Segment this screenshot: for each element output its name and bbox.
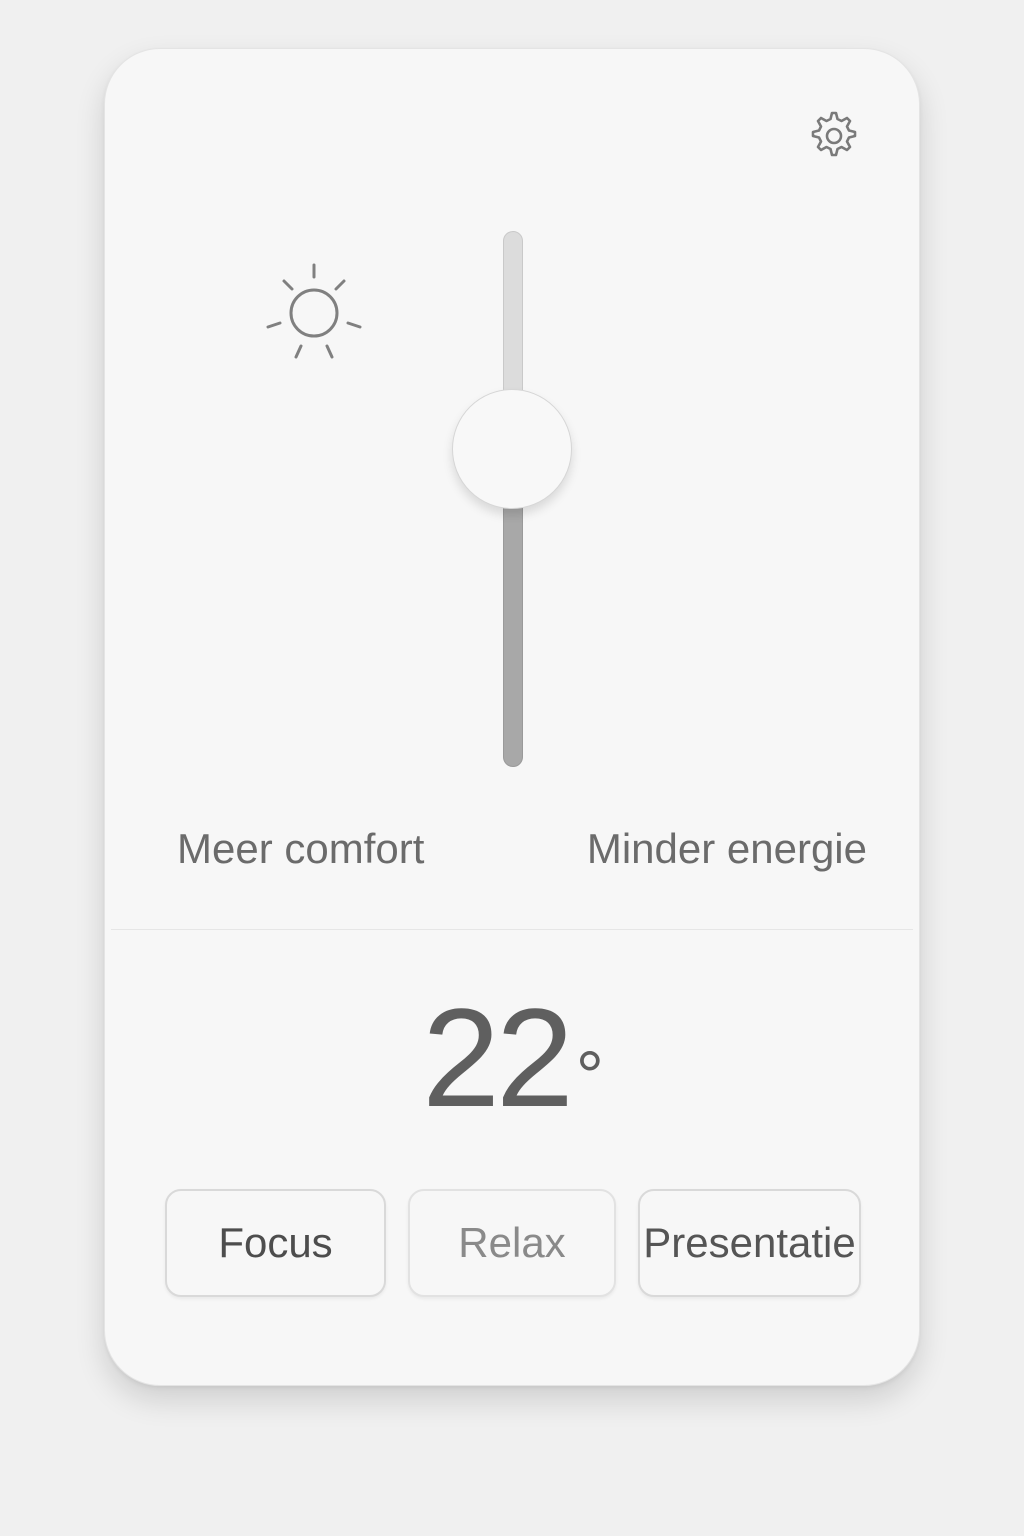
temperature-value: 22 <box>422 979 574 1136</box>
thermostat-card: Meer comfort Minder energie 22° Focus Re… <box>104 48 920 1386</box>
comfort-energy-slider[interactable] <box>105 49 921 809</box>
slider-track-upper[interactable] <box>503 231 523 411</box>
slider-label-energy: Minder energie <box>586 825 867 872</box>
slider-track-lower[interactable] <box>503 489 523 767</box>
temperature-display: 22° <box>105 983 921 1151</box>
slider-thumb[interactable] <box>452 389 572 509</box>
preset-focus-button[interactable]: Focus <box>165 1189 386 1297</box>
section-divider <box>111 929 913 930</box>
slider-label-comfort: Meer comfort <box>177 825 425 872</box>
temperature-unit: ° <box>575 1037 604 1115</box>
preset-presentatie-button[interactable]: Presentatie <box>638 1189 861 1297</box>
preset-relax-button[interactable]: Relax <box>408 1189 616 1297</box>
